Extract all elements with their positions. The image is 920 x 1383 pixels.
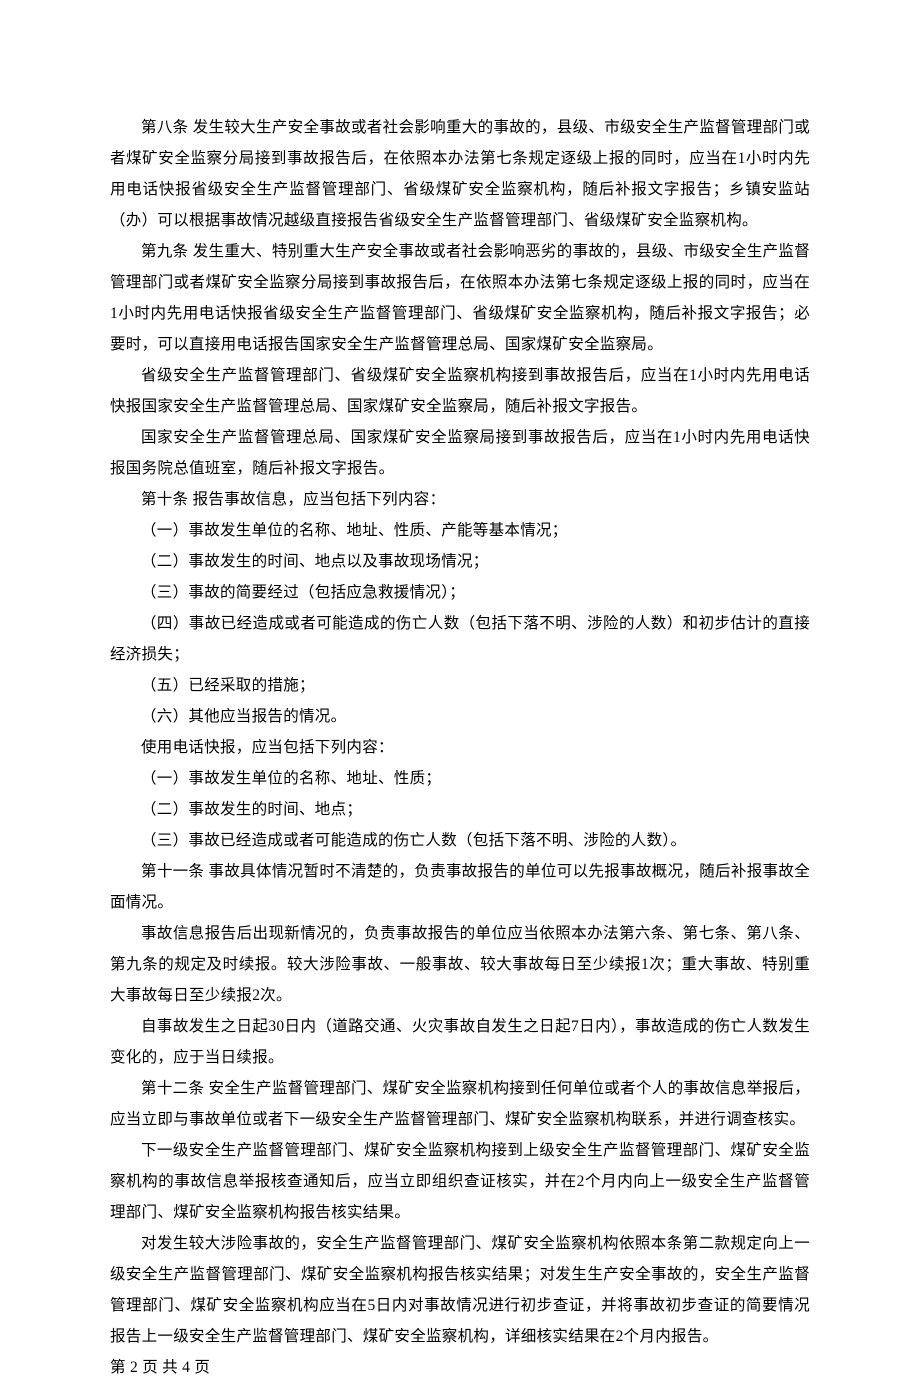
paragraph: 省级安全生产监督管理部门、省级煤矿安全监察机构接到事故报告后，应当在1小时内先用… bbox=[110, 360, 810, 422]
paragraph: （四）事故已经造成或者可能造成的伤亡人数（包括下落不明、涉险的人数）和初步估计的… bbox=[110, 608, 810, 670]
paragraph: 第十二条 安全生产监督管理部门、煤矿安全监察机构接到任何单位或者个人的事故信息举… bbox=[110, 1073, 810, 1135]
paragraph: （三）事故已经造成或者可能造成的伤亡人数（包括下落不明、涉险的人数）。 bbox=[110, 825, 810, 856]
paragraph: （五）已经采取的措施； bbox=[110, 670, 810, 701]
paragraph: 第八条 发生较大生产安全事故或者社会影响重大的事故的，县级、市级安全生产监督管理… bbox=[110, 112, 810, 236]
paragraph: 第十一条 事故具体情况暂时不清楚的，负责事故报告的单位可以先报事故概况，随后补报… bbox=[110, 856, 810, 918]
paragraph: （一）事故发生单位的名称、地址、性质、产能等基本情况； bbox=[110, 515, 810, 546]
paragraph: 国家安全生产监督管理总局、国家煤矿安全监察局接到事故报告后，应当在1小时内先用电… bbox=[110, 422, 810, 484]
paragraph: 使用电话快报，应当包括下列内容： bbox=[110, 732, 810, 763]
paragraph: 事故信息报告后出现新情况的，负责事故报告的单位应当依照本办法第六条、第七条、第八… bbox=[110, 918, 810, 1011]
paragraph: （三）事故的简要经过（包括应急救援情况）； bbox=[110, 577, 810, 608]
paragraph: （一）事故发生单位的名称、地址、性质； bbox=[110, 763, 810, 794]
paragraph: 对发生较大涉险事故的，安全生产监督管理部门、煤矿安全监察机构依照本条第二款规定向… bbox=[110, 1228, 810, 1352]
paragraph: （二）事故发生的时间、地点； bbox=[110, 794, 810, 825]
document-body: 第八条 发生较大生产安全事故或者社会影响重大的事故的，县级、市级安全生产监督管理… bbox=[110, 112, 810, 1383]
paragraph: （二）事故发生的时间、地点以及事故现场情况； bbox=[110, 546, 810, 577]
paragraph: 自事故发生之日起30日内（道路交通、火灾事故自发生之日起7日内），事故造成的伤亡… bbox=[110, 1011, 810, 1073]
paragraph: 下一级安全生产监督管理部门、煤矿安全监察机构接到上级安全生产监督管理部门、煤矿安… bbox=[110, 1135, 810, 1228]
paragraph: （六）其他应当报告的情况。 bbox=[110, 701, 810, 732]
paragraph: 第十条 报告事故信息，应当包括下列内容： bbox=[110, 484, 810, 515]
page-footer: 第 2 页 共 4 页 bbox=[110, 1352, 810, 1383]
paragraph: 第九条 发生重大、特别重大生产安全事故或者社会影响恶劣的事故的，县级、市级安全生… bbox=[110, 236, 810, 360]
